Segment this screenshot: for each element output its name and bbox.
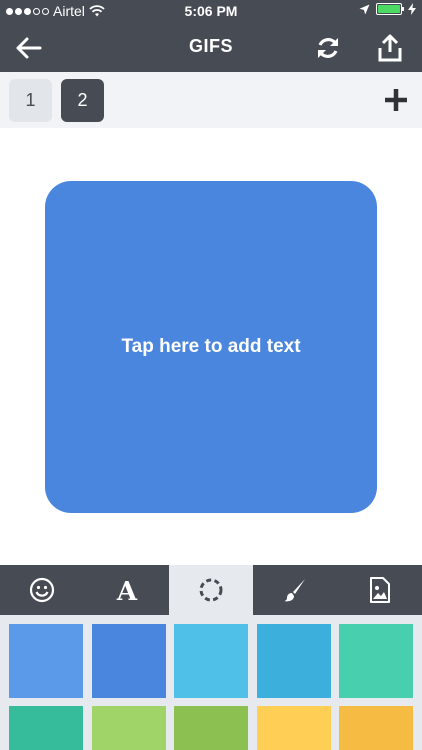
color-swatch[interactable] <box>256 706 331 750</box>
image-tool-button[interactable] <box>338 565 422 615</box>
add-text-placeholder[interactable]: Tap here to add text <box>121 336 300 358</box>
charging-bolt-icon <box>408 3 416 15</box>
nav-bar: GIFS <box>0 22 422 72</box>
svg-text:A: A <box>116 577 138 603</box>
color-swatch[interactable] <box>9 624 83 698</box>
page-tab-2[interactable]: 2 <box>61 79 104 122</box>
border-icon <box>199 578 223 602</box>
emoji-icon <box>30 577 55 603</box>
font-icon: A <box>116 577 138 603</box>
add-page-button[interactable] <box>384 88 408 112</box>
tool-bar: A <box>0 565 422 615</box>
status-bar: Airtel 5:06 PM <box>0 0 422 22</box>
brush-tool-button[interactable] <box>253 565 337 615</box>
share-button[interactable] <box>374 32 406 64</box>
font-tool-button[interactable]: A <box>84 565 168 615</box>
image-icon <box>369 577 390 603</box>
top-bar: Airtel 5:06 PM GIFS <box>0 0 422 72</box>
page-selector-bar: 1 2 <box>0 72 422 128</box>
emoji-tool-button[interactable] <box>0 565 84 615</box>
page-tab-1[interactable]: 1 <box>9 79 52 122</box>
canvas-area: Tap here to add text <box>0 128 422 565</box>
color-swatch[interactable] <box>174 624 248 698</box>
text-card[interactable]: Tap here to add text <box>45 181 377 513</box>
refresh-icon <box>318 38 338 58</box>
page-title: GIFS <box>188 36 233 56</box>
color-swatch[interactable] <box>9 706 83 750</box>
share-icon <box>378 34 402 62</box>
color-swatch[interactable] <box>256 624 331 698</box>
battery-icon <box>376 3 404 15</box>
color-swatch[interactable] <box>91 706 166 750</box>
brush-icon <box>284 579 306 602</box>
color-swatch[interactable] <box>91 624 166 698</box>
color-swatch-grid <box>0 615 422 750</box>
color-swatch[interactable] <box>339 706 413 750</box>
refresh-button[interactable] <box>312 32 344 64</box>
color-swatch[interactable] <box>174 706 248 750</box>
location-arrow-icon <box>359 4 370 14</box>
plus-icon <box>385 89 407 111</box>
border-tool-button[interactable] <box>168 565 254 615</box>
color-swatch[interactable] <box>339 624 413 698</box>
